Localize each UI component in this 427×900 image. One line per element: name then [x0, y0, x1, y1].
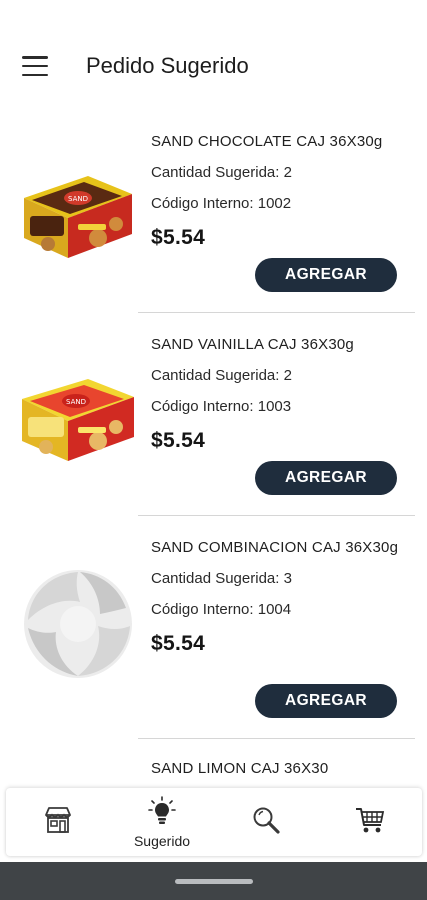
cart-icon [354, 805, 386, 840]
product-name: SAND CHOCOLATE CAJ 36X30g [151, 133, 383, 150]
search-icon [251, 805, 281, 840]
internal-code: Código Interno: 1002 [151, 195, 292, 212]
suggested-quantity: Cantidad Sugerida: 3 [151, 570, 292, 587]
nav-suggested-label: Sugerido [133, 832, 191, 849]
product-card: SAND SAND CHOCOLATE CAJ 36X30g Cantidad … [0, 110, 427, 313]
add-button[interactable]: AGREGAR [255, 461, 397, 495]
nav-search[interactable] [221, 792, 311, 852]
partial-product-name: SAND LIMON CAJ 36X30 [151, 760, 329, 777]
product-name: SAND COMBINACION CAJ 36X30g [151, 539, 399, 556]
lightbulb-icon [148, 795, 176, 831]
system-navigation-bar [0, 862, 427, 900]
nav-store[interactable] [13, 792, 103, 852]
svg-text:SAND: SAND [68, 195, 88, 203]
chocolate-cookie-box-image: SAND [18, 160, 136, 260]
add-button[interactable]: AGREGAR [255, 258, 397, 292]
nav-cart[interactable] [325, 792, 415, 852]
divider [138, 737, 415, 739]
suggested-quantity: Cantidad Sugerida: 2 [151, 164, 292, 181]
product-card: SAND SAND VAINILLA CAJ 36X30g Cantidad S… [0, 313, 427, 516]
internal-code: Código Interno: 1004 [151, 601, 292, 618]
hamburger-menu-icon[interactable] [22, 56, 48, 76]
bottom-navigation: Sugerido [6, 788, 422, 856]
product-price: $5.54 [151, 226, 206, 249]
product-card: SAND COMBINACION CAJ 36X30g Cantidad Sug… [0, 516, 427, 739]
suggested-quantity: Cantidad Sugerida: 2 [151, 367, 292, 384]
app-bar: Pedido Sugerido [0, 36, 427, 96]
internal-code: Código Interno: 1003 [151, 398, 292, 415]
product-price: $5.54 [151, 429, 206, 452]
home-gesture-handle[interactable] [175, 879, 253, 884]
page-title: Pedido Sugerido [86, 53, 249, 78]
vanilla-cookie-box-image: SAND [18, 365, 136, 465]
placeholder-logo-image [20, 568, 138, 678]
product-name: SAND VAINILLA CAJ 36X30g [151, 336, 354, 353]
product-list[interactable]: SAND SAND CHOCOLATE CAJ 36X30g Cantidad … [0, 110, 427, 786]
nav-suggested[interactable]: Sugerido [117, 792, 207, 852]
svg-text:SAND: SAND [66, 398, 86, 406]
store-icon [43, 806, 73, 839]
product-price: $5.54 [151, 632, 206, 655]
add-button[interactable]: AGREGAR [255, 684, 397, 718]
